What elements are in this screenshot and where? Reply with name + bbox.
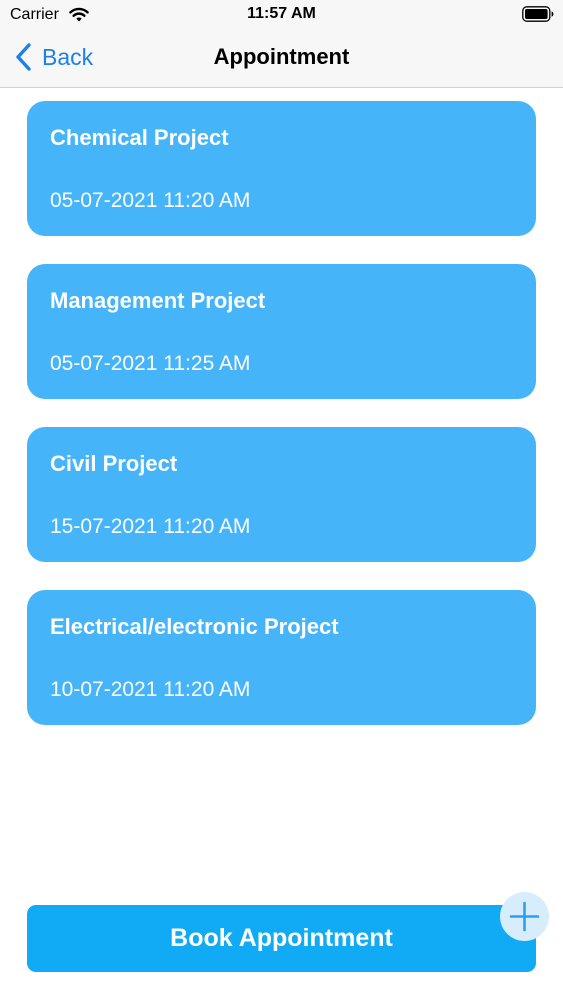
add-button[interactable]: [500, 892, 549, 941]
status-bar: Carrier 11:57 AM: [0, 0, 563, 30]
page-title: Appointment: [213, 44, 350, 69]
battery-icon: [522, 6, 554, 22]
appointment-title: Management Project: [50, 288, 266, 313]
appointment-card[interactable]: Chemical Project 05-07-2021 11:20 AM: [27, 101, 536, 236]
plus-icon: [509, 901, 540, 932]
book-appointment-label: Book Appointment: [170, 924, 393, 952]
appointment-card[interactable]: Civil Project 15-07-2021 11:20 AM: [27, 427, 536, 562]
appointment-card[interactable]: Electrical/electronic Project 10-07-2021…: [27, 590, 536, 725]
appointment-title: Electrical/electronic Project: [50, 614, 339, 639]
book-appointment-button[interactable]: Book Appointment: [27, 905, 536, 972]
appointment-screen: Carrier 11:57 AM Back Appointment Chemic…: [0, 0, 563, 1000]
appointment-datetime: 10-07-2021 11:20 AM: [50, 678, 251, 701]
navigation-bar: Back Appointment: [0, 30, 563, 88]
status-time: 11:57 AM: [247, 5, 316, 22]
appointment-list: Chemical Project 05-07-2021 11:20 AM Man…: [27, 101, 536, 753]
appointment-datetime: 05-07-2021 11:20 AM: [50, 189, 251, 212]
appointment-title: Chemical Project: [50, 125, 229, 150]
appointment-datetime: 15-07-2021 11:20 AM: [50, 515, 251, 538]
appointment-datetime: 05-07-2021 11:25 AM: [50, 352, 251, 375]
appointment-card[interactable]: Management Project 05-07-2021 11:25 AM: [27, 264, 536, 399]
appointment-title: Civil Project: [50, 451, 178, 476]
